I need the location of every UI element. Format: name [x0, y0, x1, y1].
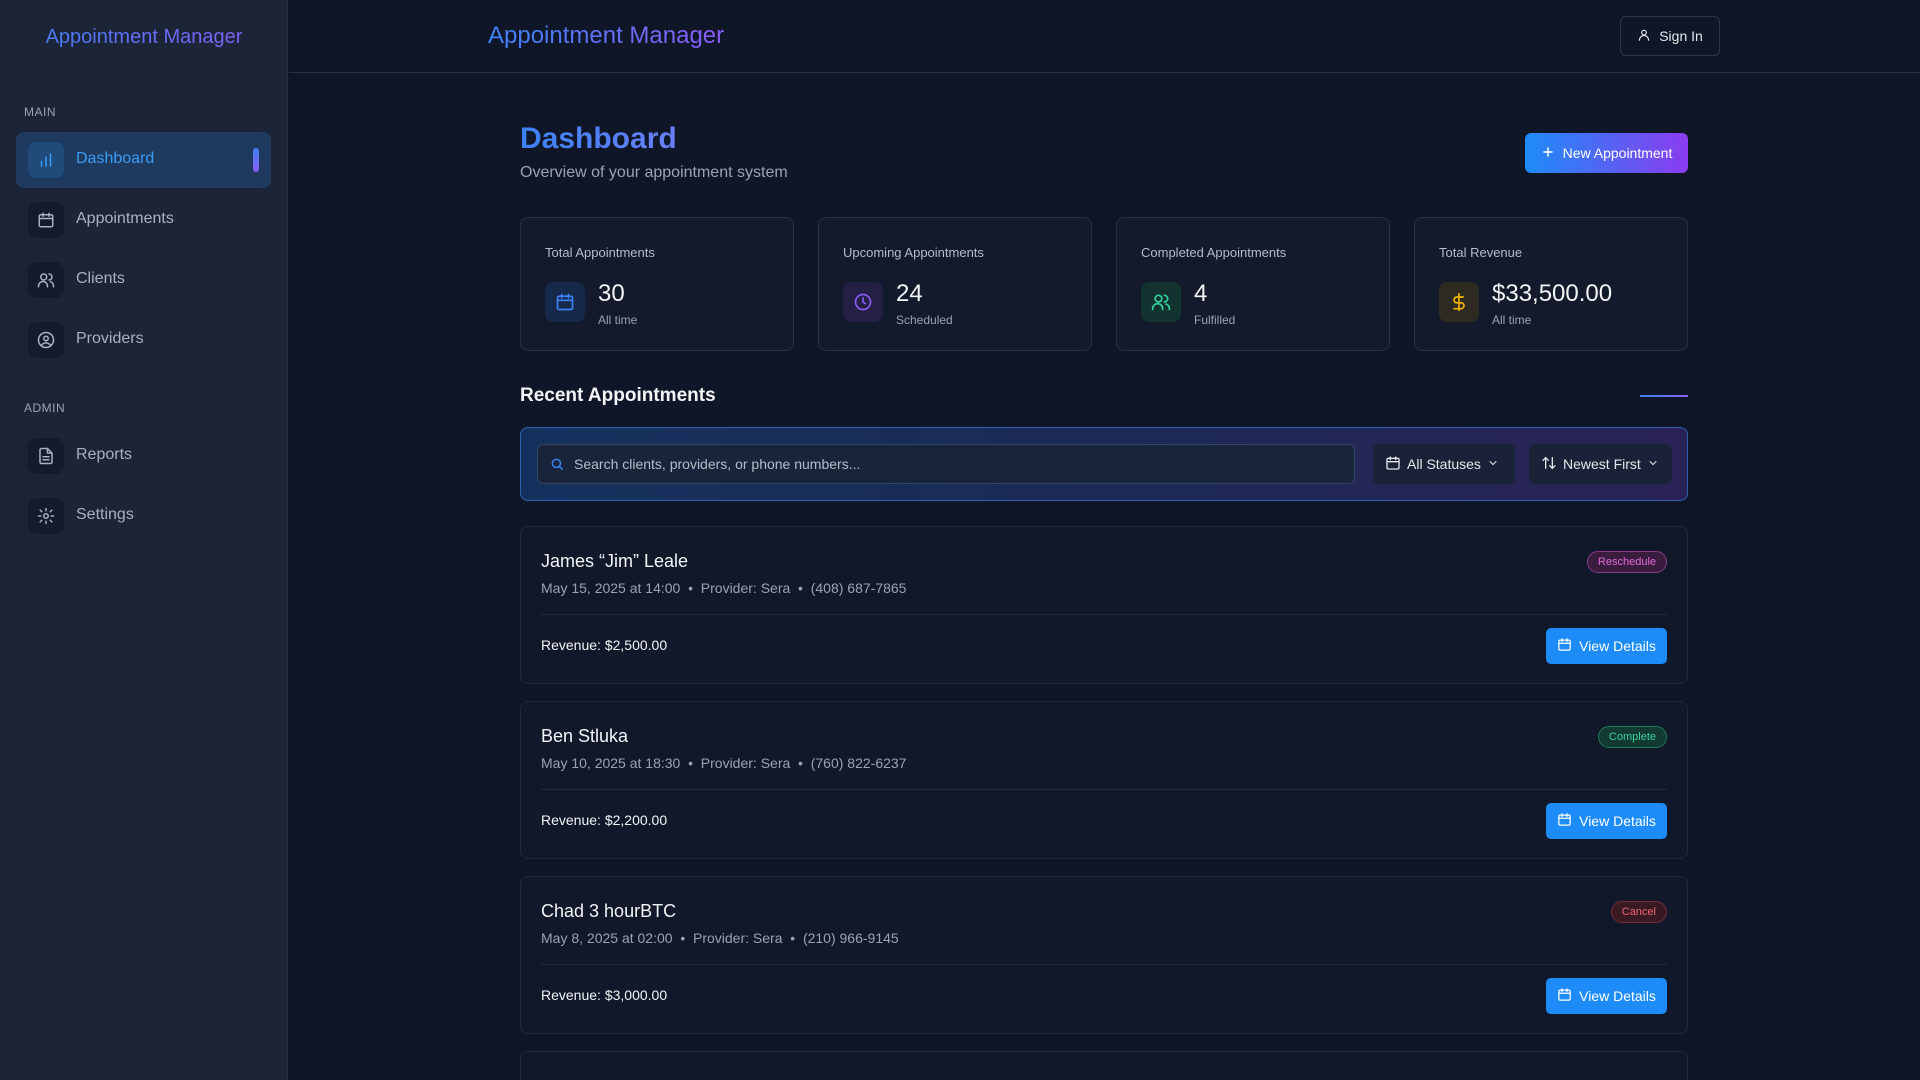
stat-value: 30: [598, 280, 625, 307]
calendar-icon: [545, 282, 585, 322]
revenue-text: Revenue: $2,200.00: [541, 812, 668, 828]
status-badge: Reschedule: [1586, 551, 1667, 573]
appointment-card: Ben Stluka May 10, 2025 at 18:30 • Provi…: [520, 701, 1688, 859]
view-details-label: View Details: [1579, 988, 1656, 1004]
sidebar: Appointment Manager MAIN Dashboard Appoi…: [0, 0, 288, 1080]
stat-value: $33,500.00: [1492, 280, 1613, 307]
stat-card-upcoming-appointments: Upcoming Appointments 24 Scheduled: [818, 217, 1092, 351]
sidebar-item-label: Dashboard: [76, 150, 155, 167]
calendar-icon: [1557, 637, 1572, 655]
stat-card-total-revenue: Total Revenue $33,500.00 All time: [1414, 217, 1688, 351]
view-details-button[interactable]: View Details: [1546, 803, 1667, 839]
stat-value: 4: [1194, 280, 1208, 307]
search-box[interactable]: [537, 444, 1355, 484]
calendar-icon: [28, 202, 64, 238]
sidebar-item-settings[interactable]: Settings: [16, 488, 271, 544]
stat-label: Completed Appointments: [1141, 245, 1287, 260]
view-details-label: View Details: [1579, 813, 1656, 829]
chevron-down-icon: [1487, 456, 1499, 472]
sidebar-item-dashboard[interactable]: Dashboard: [16, 132, 271, 188]
client-name: Ben Stluka: [541, 726, 629, 746]
file-text-icon: [28, 438, 64, 474]
stat-sub: All time: [1492, 313, 1532, 327]
client-name: James “Jim” Leale: [541, 551, 689, 571]
sidebar-app-title: Appointment Manager: [0, 26, 288, 49]
client-name: Chad 3 hourBTC: [541, 901, 677, 921]
calendar-icon: [1385, 455, 1401, 474]
appointment-meta: May 10, 2025 at 18:30 • Provider: Sera •…: [541, 755, 907, 771]
stat-sub: All time: [598, 313, 638, 327]
clock-icon: [843, 282, 883, 322]
stat-sub: Scheduled: [896, 313, 953, 327]
stat-value: 24: [896, 280, 923, 307]
view-details-button[interactable]: View Details: [1546, 978, 1667, 1014]
sidebar-item-reports[interactable]: Reports: [16, 428, 271, 484]
stat-label: Total Appointments: [545, 245, 655, 260]
revenue-text: Revenue: $2,500.00: [541, 637, 668, 653]
new-appointment-button[interactable]: New Appointment: [1525, 133, 1688, 173]
users-icon: [1141, 282, 1181, 322]
sidebar-section-main-label: MAIN: [24, 105, 56, 119]
calendar-icon: [1557, 987, 1572, 1005]
page-subtitle: Overview of your appointment system: [520, 164, 788, 181]
sidebar-item-label: Settings: [76, 506, 134, 523]
chevron-down-icon: [1647, 456, 1659, 472]
view-details-button[interactable]: View Details: [1546, 628, 1667, 664]
recent-appointments-title: Recent Appointments: [520, 385, 716, 406]
appointment-card-partial: [520, 1051, 1688, 1080]
divider: [541, 789, 1667, 790]
sidebar-item-label: Appointments: [76, 210, 174, 227]
user-circle-icon: [28, 322, 64, 358]
bar-chart-icon: [28, 142, 64, 178]
active-indicator: [253, 148, 259, 172]
stat-card-completed-appointments: Completed Appointments 4 Fulfilled: [1116, 217, 1390, 351]
sidebar-section-admin-label: ADMIN: [24, 401, 66, 415]
page-title: Dashboard: [520, 122, 677, 155]
view-details-label: View Details: [1579, 638, 1656, 654]
search-input[interactable]: [574, 456, 1354, 472]
calendar-icon: [1557, 812, 1572, 830]
status-filter-dropdown[interactable]: All Statuses: [1373, 444, 1515, 484]
revenue-text: Revenue: $3,000.00: [541, 987, 668, 1003]
appointment-card: James “Jim” Leale May 15, 2025 at 14:00 …: [520, 526, 1688, 684]
sidebar-item-appointments[interactable]: Appointments: [16, 192, 271, 248]
sign-in-button[interactable]: Sign In: [1620, 16, 1720, 56]
sidebar-item-providers[interactable]: Providers: [16, 312, 271, 368]
stat-label: Upcoming Appointments: [843, 245, 984, 260]
sign-in-label: Sign In: [1659, 28, 1703, 44]
dollar-icon: [1439, 282, 1479, 322]
sidebar-item-label: Providers: [76, 330, 144, 347]
header-app-title: Appointment Manager: [488, 22, 725, 49]
gear-icon: [28, 498, 64, 534]
new-appointment-label: New Appointment: [1562, 145, 1673, 161]
sidebar-item-label: Reports: [76, 446, 133, 463]
appointment-meta: May 8, 2025 at 02:00 • Provider: Sera • …: [541, 930, 899, 946]
divider: [541, 614, 1667, 615]
sort-arrows-icon: [1541, 455, 1557, 474]
stat-sub: Fulfilled: [1194, 313, 1236, 327]
stat-label: Total Revenue: [1439, 245, 1523, 260]
sort-value: Newest First: [1563, 456, 1641, 472]
stat-card-total-appointments: Total Appointments 30 All time: [520, 217, 794, 351]
appointment-meta: May 15, 2025 at 14:00 • Provider: Sera •…: [541, 580, 907, 596]
sidebar-item-label: Clients: [76, 270, 125, 287]
status-badge: Complete: [1597, 726, 1667, 748]
plus-icon: [1541, 145, 1555, 162]
divider: [541, 964, 1667, 965]
appointment-card: Chad 3 hourBTC May 8, 2025 at 02:00 • Pr…: [520, 876, 1688, 1034]
filter-panel: All Statuses Newest First: [520, 427, 1688, 501]
status-filter-value: All Statuses: [1407, 456, 1481, 472]
section-accent-line: [1640, 395, 1688, 397]
status-badge: Cancel: [1610, 901, 1667, 923]
users-icon: [28, 262, 64, 298]
sort-dropdown[interactable]: Newest First: [1529, 444, 1672, 484]
sidebar-item-clients[interactable]: Clients: [16, 252, 271, 308]
search-icon: [550, 457, 564, 471]
top-bar: Appointment Manager Sign In: [289, 0, 1920, 73]
user-icon: [1637, 28, 1651, 45]
